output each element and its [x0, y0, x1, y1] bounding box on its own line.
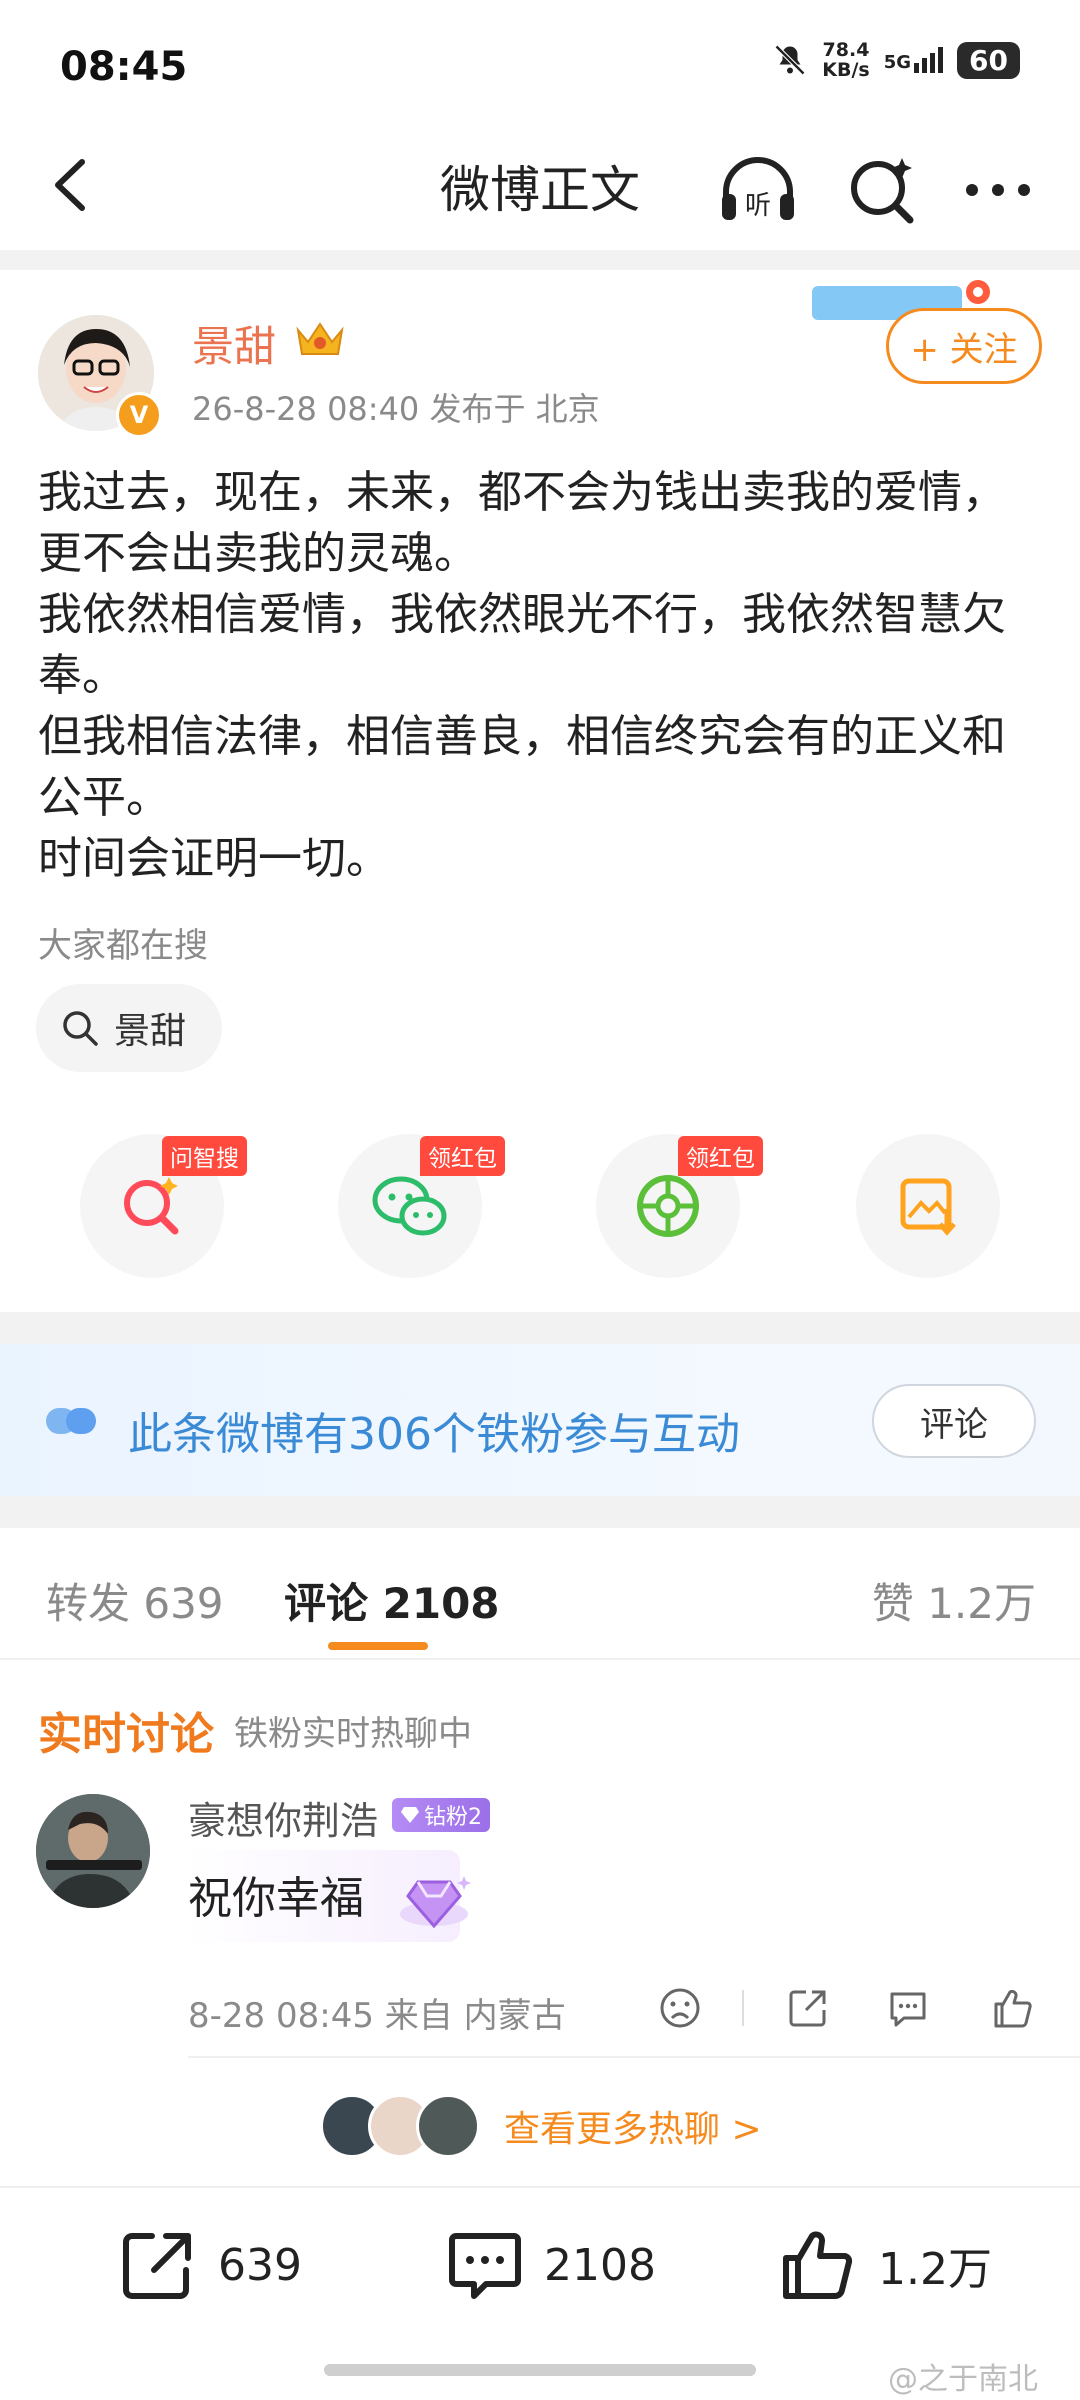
more-discussions-label: 查看更多热聊 > — [504, 2109, 762, 2150]
status-icons: 78.4 KB/s 5G 60 — [772, 40, 1020, 80]
more-discussions-link[interactable]: 查看更多热聊 > — [320, 2094, 762, 2158]
search-chip-label: 景甜 — [114, 1011, 187, 1052]
signal-icon: 5G — [884, 47, 944, 73]
post-line: 但我相信法律，相信善良，相信终究会有的正义和 — [38, 711, 1006, 762]
more-options-button[interactable] — [958, 150, 1038, 230]
wechat-icon — [372, 1176, 447, 1236]
battery-indicator: 60 — [957, 41, 1020, 79]
headphones-icon: 听 — [722, 157, 794, 221]
post-line: 我依然相信爱情，我依然眼光不行，我依然智慧欠 — [38, 589, 1006, 640]
tab-comment[interactable]: 评论 2108 — [284, 1570, 500, 1631]
participant-avatars — [320, 2094, 480, 2158]
repost-icon — [123, 2233, 191, 2299]
tab-like[interactable]: 赞 1.2万 — [872, 1570, 1036, 1631]
post-body: 我过去，现在，未来，都不会为钱出卖我的爱情， 更不会出卖我的灵魂。 我依然相信爱… — [38, 462, 1048, 889]
search-spark-icon — [851, 158, 914, 224]
watermark: @之于南北 — [888, 2362, 1038, 2397]
post-meta: 26-8-28 08:40 发布于 北京 — [192, 390, 600, 428]
action-badge: 领红包 — [678, 1136, 763, 1176]
comment-icon — [890, 1992, 926, 2027]
ai-search-button[interactable] — [842, 150, 922, 230]
bottom-comment-button[interactable]: 2108 — [446, 2228, 656, 2302]
comment-share-button[interactable] — [782, 1982, 834, 2034]
comment-text: 祝你幸福 — [188, 1873, 364, 1924]
reply-button[interactable] — [882, 1982, 934, 2034]
comment-like-button[interactable] — [986, 1982, 1038, 2034]
search-chip[interactable]: 景甜 — [36, 984, 223, 1072]
comment-count: 2108 — [544, 2239, 656, 2291]
post-line: 奉。 — [38, 650, 126, 701]
thumbs-up-icon — [994, 1989, 1032, 2028]
live-discussion-subtitle: 铁粉实时热聊中 — [234, 1714, 472, 1754]
action-badge: 问智搜 — [162, 1136, 247, 1176]
post-line: 时间会证明一切。 — [38, 833, 390, 884]
svg-text:听: 听 — [745, 191, 771, 221]
fans-icon — [44, 1404, 100, 1442]
bottom-like-button[interactable]: 1.2万 — [780, 2228, 992, 2302]
moments-icon — [637, 1175, 699, 1237]
live-discussion-title: 实时讨论 — [38, 1709, 214, 1760]
ai-search-icon — [124, 1177, 179, 1235]
comment-bubble-icon — [449, 2233, 521, 2299]
like-count: 1.2万 — [878, 2244, 992, 2295]
comment-button[interactable]: 评论 — [872, 1384, 1036, 1458]
repost-count: 639 — [218, 2239, 302, 2291]
dislike-button[interactable] — [654, 1982, 706, 2034]
search-icon — [63, 1011, 98, 1046]
divider — [0, 250, 1080, 270]
save-image-icon — [900, 1178, 956, 1236]
comment-meta: 8-28 08:45 来自 内蒙古 — [188, 1996, 566, 2036]
action-badge: 领红包 — [420, 1136, 505, 1176]
save-image-button[interactable] — [856, 1134, 1000, 1278]
diamond-icon — [401, 1807, 419, 1823]
post-line: 更不会出卖我的灵魂。 — [38, 528, 478, 579]
listen-button[interactable]: 听 — [718, 150, 798, 230]
commenter-avatar-image — [36, 1794, 150, 1908]
bottom-repost-button[interactable]: 639 — [120, 2228, 302, 2302]
home-indicator[interactable] — [324, 2364, 756, 2376]
divider — [0, 1496, 1080, 1528]
divider — [188, 2056, 1080, 2058]
fan-level-badge: 钻粉2 — [392, 1798, 490, 1832]
diamond-sticker-icon — [394, 1868, 474, 1936]
commenter-name[interactable]: 豪想你荆浩 — [188, 1790, 378, 1845]
divider — [0, 2186, 1080, 2188]
frown-face-icon — [660, 1988, 700, 2028]
search-hint-label: 大家都在搜 — [38, 926, 208, 966]
commenter-avatar[interactable] — [36, 1794, 150, 1908]
status-time: 08:45 — [60, 44, 188, 90]
network-speed: 78.4 KB/s — [822, 39, 870, 81]
share-icon — [789, 1990, 826, 2027]
follow-button[interactable]: + 关注 — [886, 308, 1042, 384]
verified-badge: V — [116, 392, 162, 438]
fans-banner-text: 此条微博有306个铁粉参与互动 — [128, 1409, 740, 1460]
tab-indicator — [328, 1642, 428, 1650]
participant-avatar — [416, 2094, 480, 2158]
like-icon — [783, 2231, 853, 2299]
author-name[interactable]: 景甜 — [192, 313, 276, 374]
post-line: 公平。 — [38, 772, 170, 823]
mute-bell-icon — [775, 44, 806, 76]
divider — [742, 1990, 744, 2026]
tab-repost[interactable]: 转发 639 — [46, 1570, 224, 1631]
divider — [0, 1658, 1080, 1660]
more-dots-icon — [966, 184, 1030, 196]
post-line: 我过去，现在，未来，都不会为钱出卖我的爱情， — [38, 467, 1006, 518]
crown-icon — [292, 316, 348, 364]
divider — [0, 1312, 1080, 1344]
